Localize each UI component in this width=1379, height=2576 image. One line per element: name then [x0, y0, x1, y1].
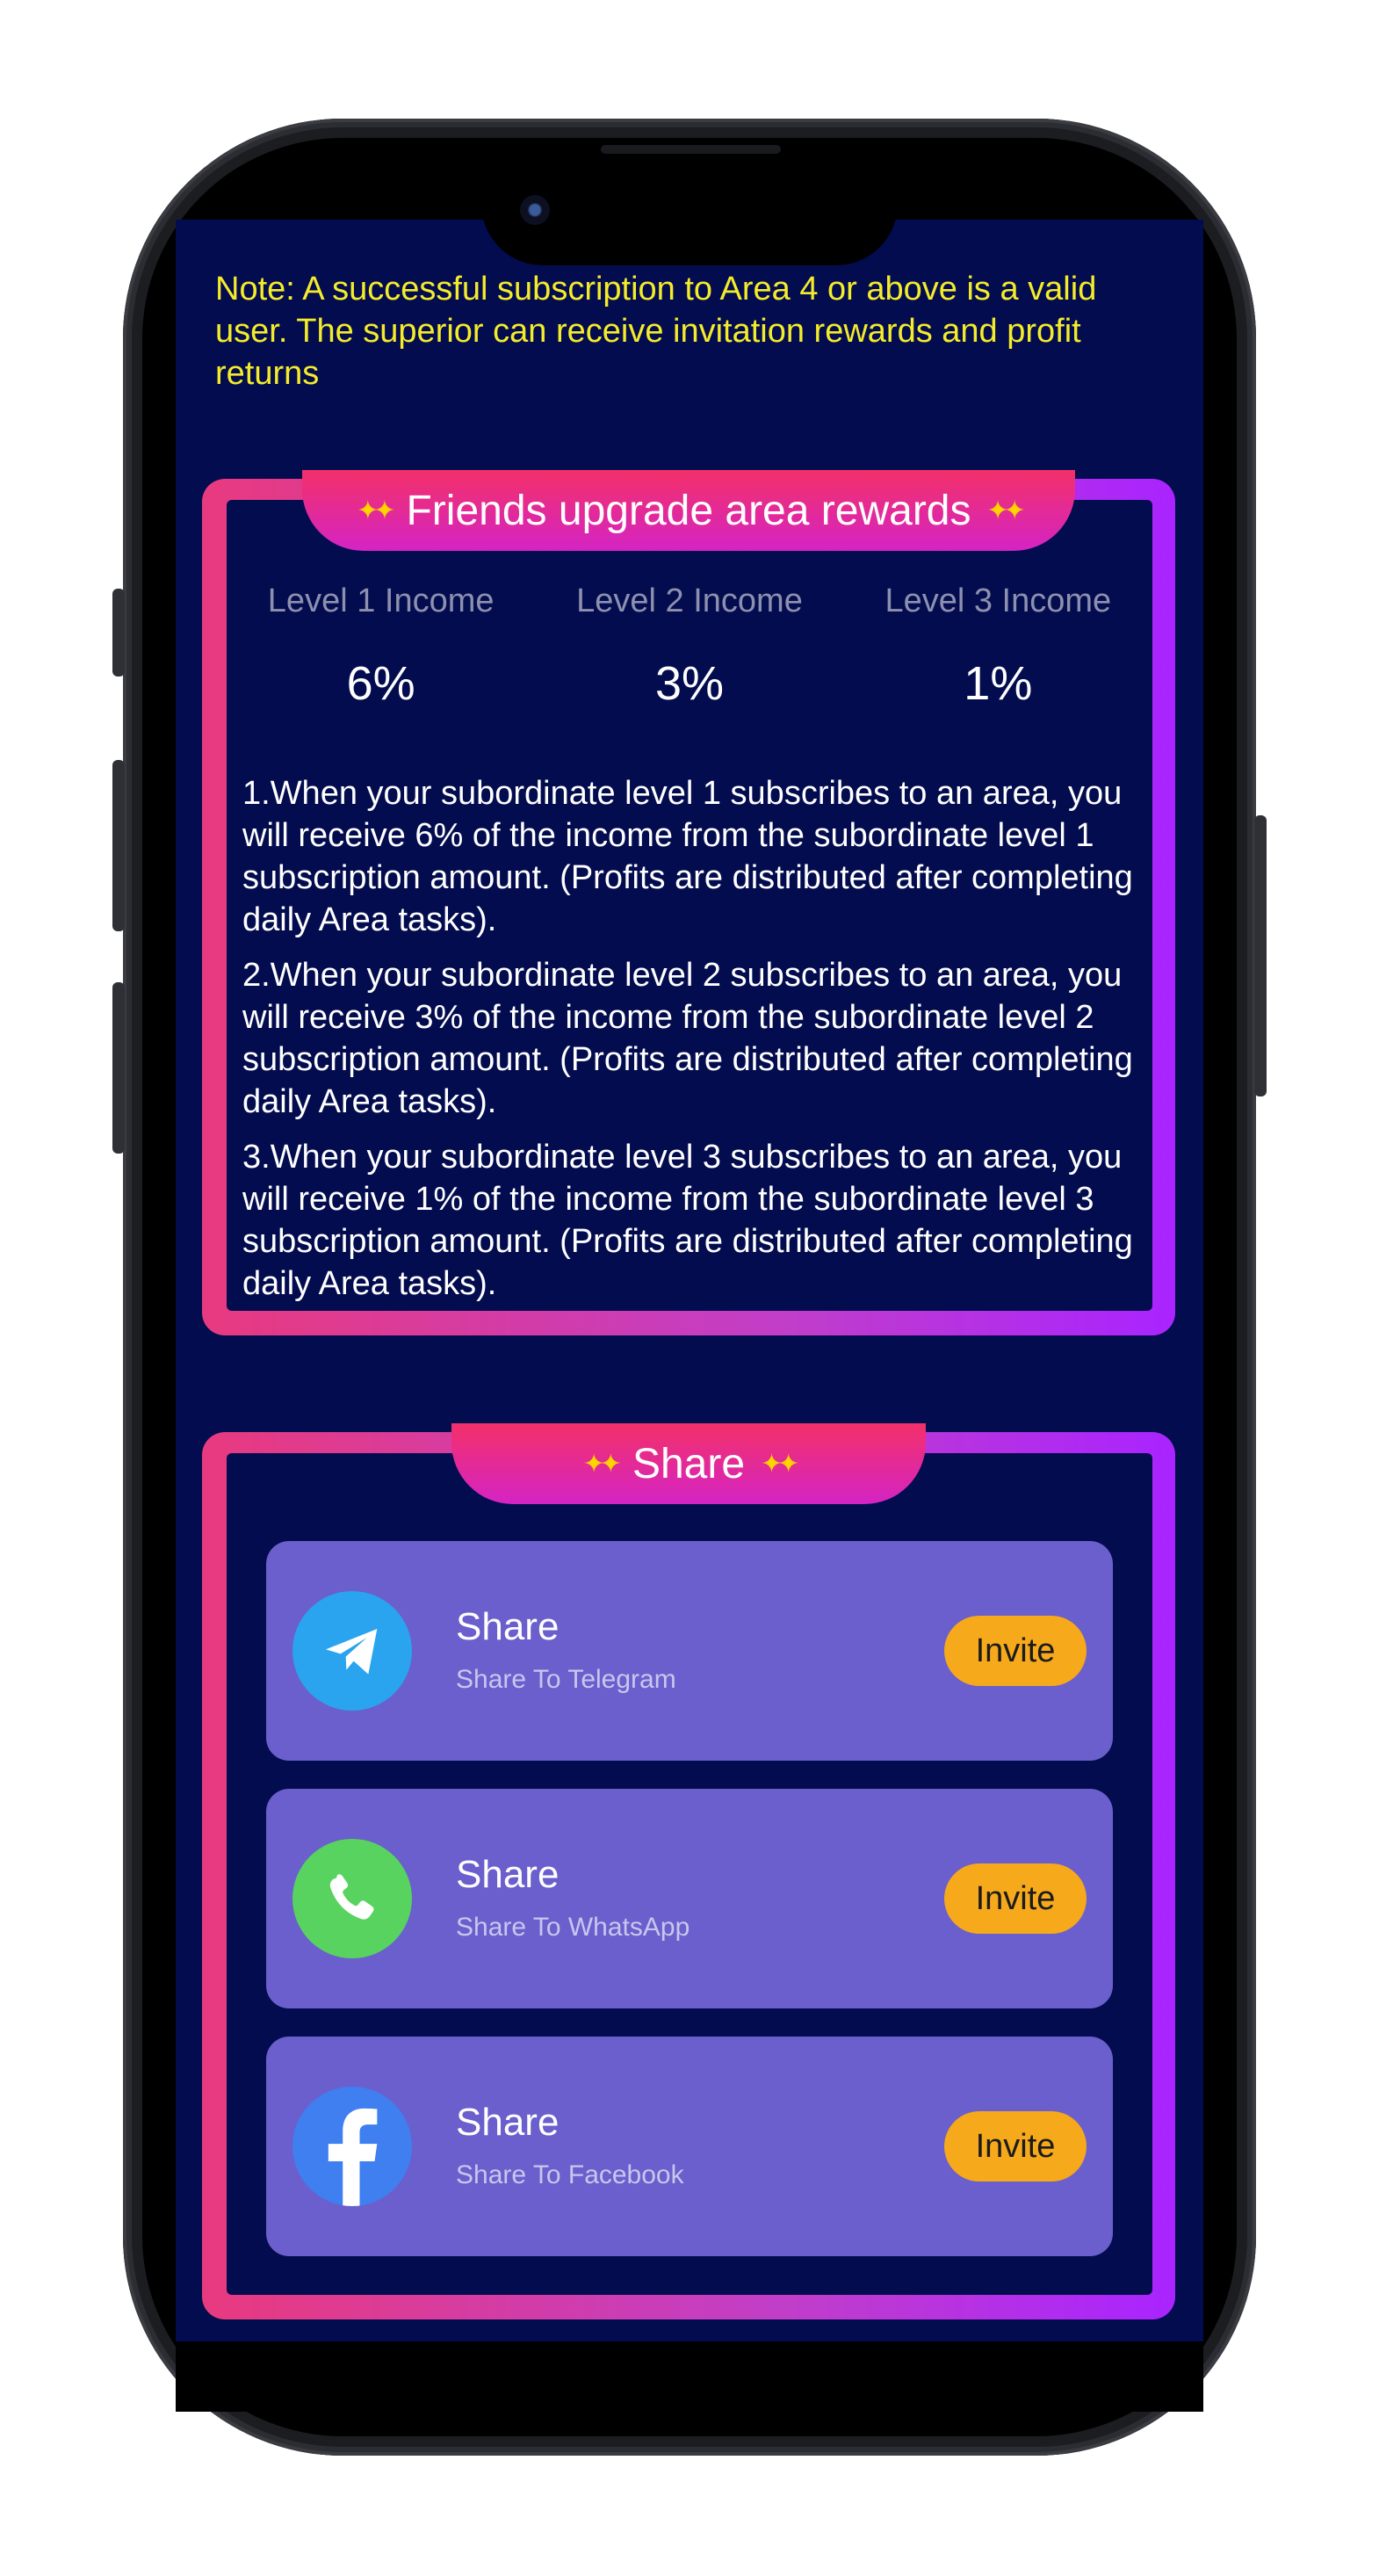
share-item-whatsapp: Share Share To WhatsApp Invite	[266, 1789, 1113, 2008]
share-title: Share	[456, 1605, 560, 1648]
silent-switch	[112, 589, 125, 677]
rule-text: 3.When your subordinate level 3 subscrib…	[242, 1139, 1133, 1302]
share-card-body: Share Share To Telegram Invite Share Sha…	[227, 1453, 1152, 2295]
share-list: Share Share To Telegram Invite Share Sha…	[266, 1541, 1113, 2284]
share-section-title: Share	[632, 1440, 746, 1487]
rewards-header-tab: ✦✦ Friends upgrade area rewards ✦✦	[302, 470, 1075, 551]
level-label: Level 1 Income	[267, 582, 495, 619]
rule-text: 1.When your subordinate level 1 subscrib…	[242, 775, 1133, 938]
volume-down-button	[112, 982, 125, 1154]
sparkle-icon: ✦✦	[582, 1449, 622, 1479]
level-label: Level 3 Income	[884, 582, 1112, 619]
rule-text: 2.When your subordinate level 2 subscrib…	[242, 957, 1133, 1120]
invite-button-whatsapp[interactable]: Invite	[944, 1863, 1087, 1934]
note-text: Note: A successful subscription to Area …	[215, 271, 1097, 392]
screen-bottom-bezel	[176, 2341, 1203, 2412]
income-levels: Level 1 Income 6% Level 2 Income 3% Leve…	[227, 579, 1152, 711]
sparkle-icon: ✦✦	[986, 496, 1026, 525]
level-value: 6%	[346, 657, 415, 710]
level-1: Level 1 Income 6%	[227, 579, 535, 711]
share-card: Share Share To Telegram Invite Share Sha…	[202, 1423, 1175, 2319]
power-button	[1254, 815, 1267, 1096]
share-text: Share Share To Telegram	[456, 1603, 944, 1699]
level-value: 1%	[964, 657, 1033, 710]
whatsapp-icon	[292, 1839, 412, 1958]
share-text: Share Share To WhatsApp	[456, 1850, 944, 1947]
share-title: Share	[456, 2101, 560, 2144]
facebook-icon	[292, 2087, 412, 2206]
earpiece-speaker	[601, 145, 781, 154]
share-text: Share Share To Facebook	[456, 2098, 944, 2195]
share-subtitle: Share To Telegram	[456, 1665, 676, 1694]
app-screen: Note: A successful subscription to Area …	[176, 220, 1203, 2346]
level-3: Level 3 Income 1%	[844, 579, 1152, 711]
sparkle-icon: ✦✦	[357, 496, 395, 525]
share-item-telegram: Share Share To Telegram Invite	[266, 1541, 1113, 1761]
share-subtitle: Share To Facebook	[456, 2160, 684, 2189]
volume-up-button	[112, 760, 125, 931]
level-value: 3%	[654, 657, 725, 710]
invite-button-telegram[interactable]: Invite	[944, 1616, 1087, 1686]
reward-rules: 1.When your subordinate level 1 subscrib…	[242, 772, 1137, 1318]
share-title: Share	[456, 1853, 560, 1896]
telegram-icon	[292, 1591, 412, 1711]
rewards-card: Level 1 Income 6% Level 2 Income 3% Leve…	[202, 470, 1175, 1335]
sparkle-icon: ✦✦	[761, 1449, 799, 1479]
level-label: Level 2 Income	[576, 582, 803, 619]
level-2: Level 2 Income 3%	[535, 579, 843, 711]
rewards-title: Friends upgrade area rewards	[406, 487, 971, 534]
front-camera	[520, 195, 550, 225]
share-item-facebook: Share Share To Facebook Invite	[266, 2037, 1113, 2256]
share-subtitle: Share To WhatsApp	[456, 1913, 690, 1942]
invite-button-facebook[interactable]: Invite	[944, 2111, 1087, 2182]
rewards-card-body: Level 1 Income 6% Level 2 Income 3% Leve…	[227, 500, 1152, 1311]
share-header-tab: ✦✦ Share ✦✦	[451, 1423, 926, 1504]
